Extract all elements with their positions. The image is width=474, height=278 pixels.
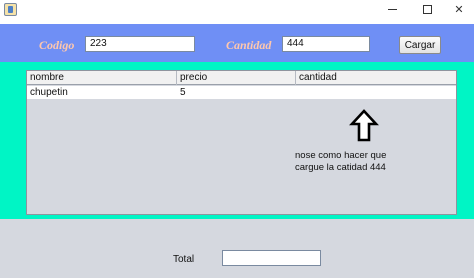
table-header: nombre precio cantidad (27, 71, 456, 85)
cell-precio: 5 (180, 87, 186, 98)
arrow-up-icon (349, 109, 379, 142)
products-table[interactable]: nombre precio cantidad chupetin 5 (26, 70, 457, 215)
cell-nombre: chupetin (30, 87, 68, 98)
codigo-label: Codigo (39, 38, 75, 52)
table-row[interactable]: chupetin 5 (27, 86, 456, 99)
column-header-precio[interactable]: precio (177, 71, 296, 85)
cantidad-input[interactable]: 444 (282, 36, 370, 52)
total-label: Total (173, 254, 195, 265)
close-icon: ✕ (454, 2, 464, 16)
cantidad-label: Cantidad (226, 38, 272, 52)
java-app-icon (4, 3, 17, 16)
total-field[interactable] (222, 250, 321, 266)
maximize-button[interactable] (412, 0, 442, 18)
minimize-button[interactable] (377, 0, 407, 18)
total-panel: Total (0, 219, 474, 278)
annotation-line-2: cargue la catidad 444 (295, 162, 386, 173)
column-header-nombre[interactable]: nombre (27, 71, 177, 85)
annotation-line-1: nose como hacer que (295, 150, 387, 161)
codigo-input[interactable]: 223 (85, 36, 195, 52)
cargar-button[interactable]: Cargar (399, 36, 441, 54)
maximize-icon (422, 4, 432, 14)
annotation-note: nose como hacer que cargue la catidad 44… (295, 150, 425, 174)
close-button[interactable]: ✕ (444, 0, 474, 18)
column-header-cantidad[interactable]: cantidad (296, 71, 456, 85)
cell-cantidad (296, 86, 456, 99)
input-panel: Codigo 223 Cantidad 444 Cargar (0, 24, 474, 62)
minimize-icon (387, 8, 397, 10)
